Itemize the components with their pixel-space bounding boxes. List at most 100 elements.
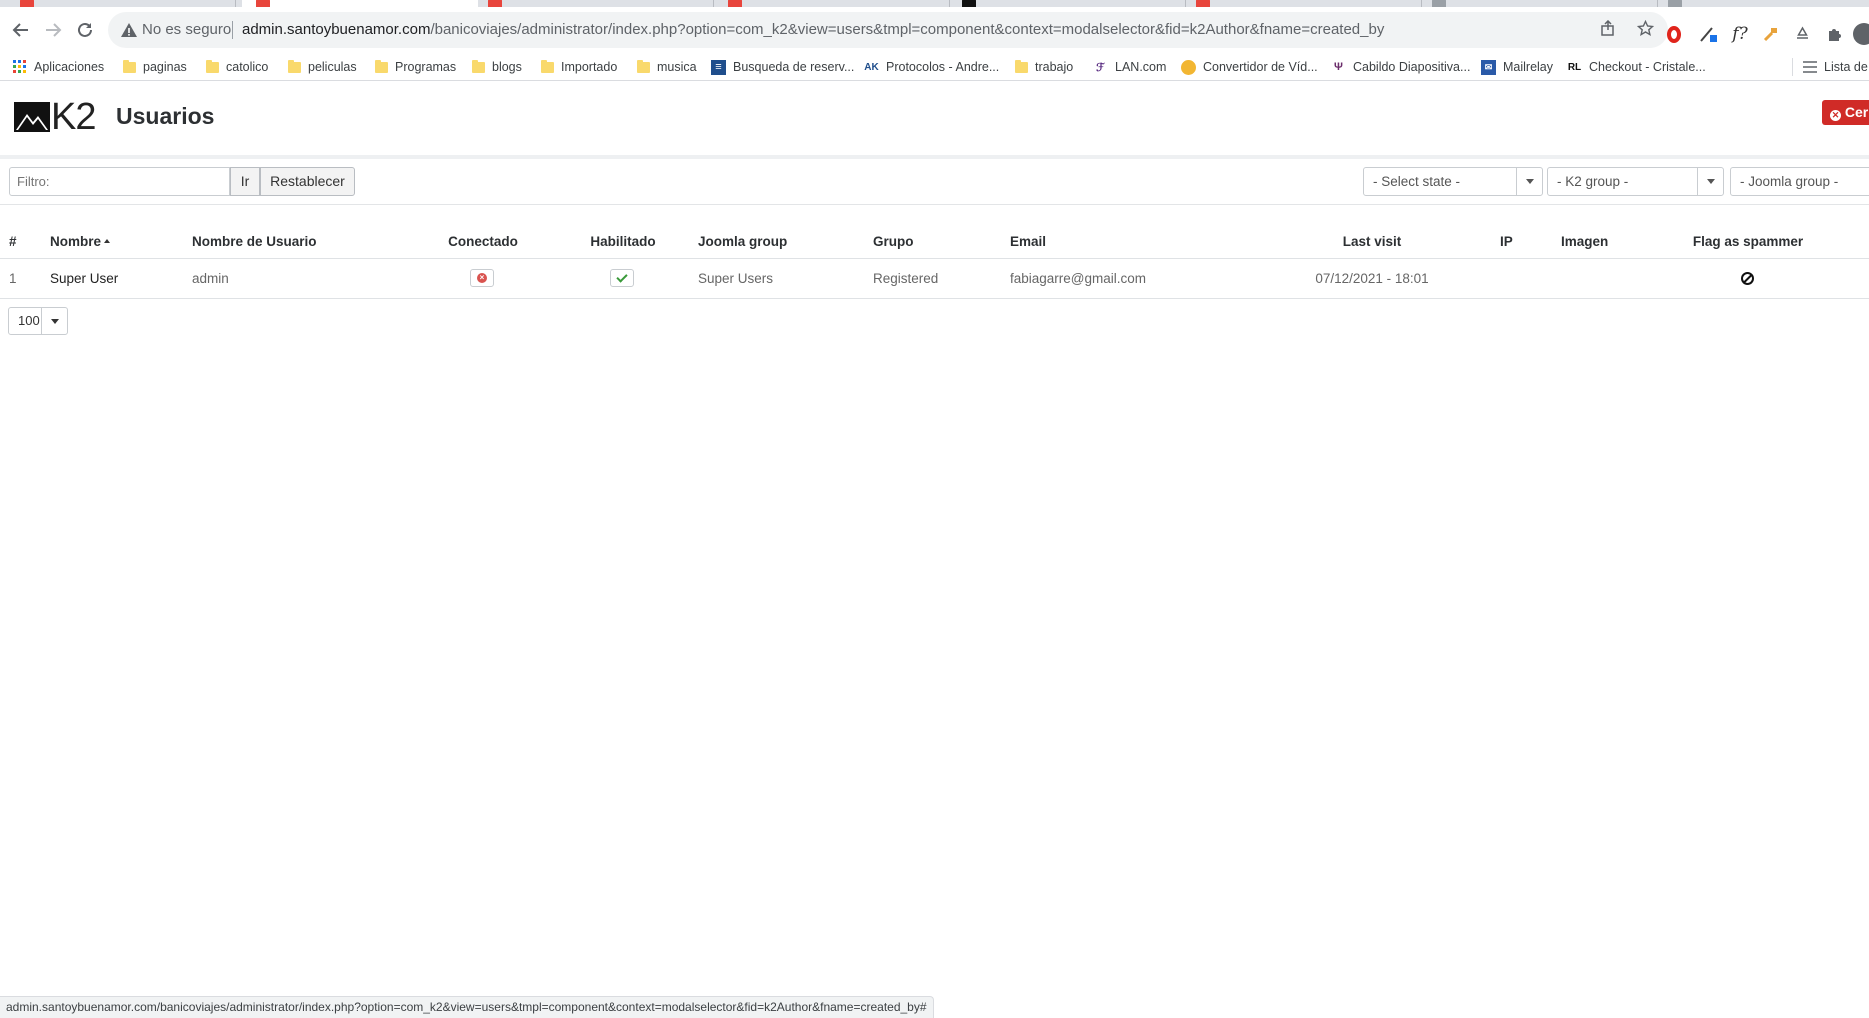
apps-grid-icon [13,60,26,73]
browser-tab[interactable] [714,0,950,7]
flag-spammer-ban-icon[interactable] [1741,272,1754,285]
share-icon[interactable] [1600,20,1617,37]
bookmark-folder-paginas[interactable]: paginas [123,53,187,81]
bookmark-folder-peliculas[interactable]: peliculas [288,53,357,81]
col-name-sort[interactable]: Nombre [50,224,111,259]
joomla-group-select[interactable]: - Joomla group - [1730,167,1869,196]
col-group[interactable]: Grupo [873,224,914,259]
bookmark-folder-catolico[interactable]: catolico [206,53,268,81]
col-email[interactable]: Email [1010,224,1046,259]
bookmarks-bar: Aplicaciones paginas catolico peliculas … [0,53,1869,81]
folder-icon [206,59,219,73]
list-limit-select[interactable]: 100 [8,307,68,335]
col-flag-spammer: Flag as spammer [1692,234,1804,249]
reading-list[interactable]: Lista de [1792,58,1868,76]
go-button[interactable]: Ir [230,167,260,196]
pen-extension-icon[interactable] [1697,23,1719,45]
k2-group-select[interactable]: - K2 group - [1547,167,1724,196]
bookmark-lan[interactable]: ℱ LAN.com [1093,53,1166,81]
browser-tab[interactable] [950,0,1186,7]
reading-list-label: Lista de [1824,60,1868,74]
bookmark-checkout[interactable]: RL Checkout - Cristale... [1567,53,1706,81]
browser-tab[interactable] [1658,0,1869,7]
bookmark-label: musica [657,60,697,74]
bookmark-mailrelay[interactable]: ✉ Mailrelay [1481,53,1553,81]
warning-icon [121,23,137,37]
k2-logo: K2 [14,96,96,138]
forward-arrow-icon [46,23,62,37]
col-username[interactable]: Nombre de Usuario [192,224,317,259]
reload-button[interactable] [71,16,99,44]
sort-asc-icon [104,239,111,243]
row-number: 1 [9,271,17,286]
folder-icon [541,59,554,73]
k2-logo-text: K2 [51,96,96,138]
bookmark-label: LAN.com [1115,60,1167,74]
recycle-extension-icon[interactable] [1791,23,1813,45]
close-circle-icon: ✕ [1830,110,1841,121]
checkmark-icon [616,270,628,283]
tab-strip [0,0,1869,7]
bookmark-label: Convertidor de Víd... [1203,60,1318,74]
k2-mountain-logo-icon [14,102,50,132]
puzzle-extensions-icon[interactable] [1823,23,1845,45]
filter-input[interactable] [9,167,230,196]
chevron-down-icon [1697,168,1723,195]
col-joomla-group: Joomla group [698,234,788,249]
col-enabled[interactable]: Habilitado [590,224,655,259]
tool-extension-icon[interactable] [1760,23,1782,45]
joomla-group-select-value: - Joomla group - [1740,174,1839,189]
mail-site-icon: ✉ [1481,59,1496,75]
opera-extension-icon[interactable] [1663,23,1685,45]
bookmark-label: blogs [492,60,522,74]
back-button[interactable] [7,16,35,44]
col-ip[interactable]: IP [1500,224,1513,259]
browser-tab[interactable] [0,0,236,7]
folder-icon [1015,59,1028,73]
page-title: Usuarios [116,103,215,129]
security-label[interactable]: No es seguro [142,12,231,48]
site-icon: ≡ [711,59,726,75]
k2-group-select-value: - K2 group - [1557,174,1629,189]
bookmark-star-icon[interactable] [1637,20,1654,37]
reset-button[interactable]: Restablecer [260,167,355,196]
browser-tab-active[interactable] [242,0,478,7]
bookmark-folder-musica[interactable]: musica [637,53,697,81]
profile-avatar-icon[interactable] [1853,23,1869,45]
col-logged-in[interactable]: Conectado [448,224,518,259]
browser-tab[interactable] [1422,0,1658,7]
bookmark-label: Aplicaciones [34,60,105,74]
folder-icon [472,59,485,73]
user-name-link[interactable]: Super User [50,259,118,298]
back-arrow-icon [12,23,28,37]
user-joomla-group: Super Users [698,271,774,286]
col-last-visit[interactable]: Last visit [1343,224,1402,259]
state-select[interactable]: - Select state - [1363,167,1543,196]
address-bar[interactable]: No es seguro admin.santoybuenamor.com/ba… [108,12,1668,48]
enabled-toggle[interactable] [610,269,634,287]
bookmark-label: Busqueda de reserv... [733,60,855,74]
url-text[interactable]: admin.santoybuenamor.com/banicoviajes/ad… [242,12,1384,48]
browser-toolbar: No es seguro admin.santoybuenamor.com/ba… [0,7,1869,53]
bookmark-folder-blogs[interactable]: blogs [472,53,522,81]
col-number: # [9,234,17,249]
filter-bar: Ir Restablecer - Select state - - K2 gro… [0,159,1869,205]
browser-tab[interactable] [478,0,714,7]
folder-icon [637,59,650,73]
url-host: admin.santoybuenamor.com [242,21,431,38]
bookmark-folder-importado[interactable]: Importado [541,53,617,81]
bookmark-label: Programas [395,60,457,74]
bookmark-busqueda[interactable]: ≡ Busqueda de reserv... [711,53,854,81]
forward-button[interactable] [39,16,67,44]
bookmark-folder-trabajo[interactable]: trabajo [1015,53,1073,81]
formula-extension-icon[interactable]: f? [1729,23,1751,45]
bookmark-protocolos[interactable]: AK Protocolos - Andre... [864,53,999,81]
bookmark-convertidor[interactable]: Convertidor de Víd... [1181,53,1318,81]
bookmark-apps[interactable]: Aplicaciones [13,53,104,81]
bookmark-folder-programas[interactable]: Programas [375,53,456,81]
bookmark-label: Mailrelay [1503,60,1554,74]
close-button[interactable]: ✕ Cer [1822,100,1869,125]
bookmark-cabildo[interactable]: Ψ Cabildo Diapositiva... [1331,53,1470,81]
browser-tab[interactable] [1186,0,1422,7]
k2-users-page: K2 Usuarios ✕ Cer Ir Restablecer - Selec… [0,81,1869,988]
